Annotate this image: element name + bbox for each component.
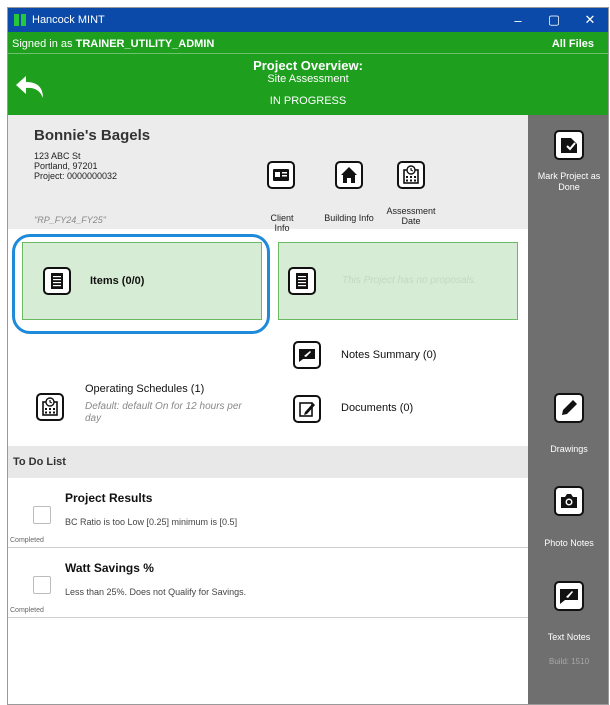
- notes-summary-button[interactable]: [293, 341, 321, 369]
- note-flag-icon: [560, 589, 578, 604]
- main-content: Bonnie's Bagels 123 ABC St Portland, 972…: [8, 115, 528, 704]
- todo-title: Watt Savings %: [65, 561, 154, 575]
- todo-checkbox[interactable]: [33, 506, 51, 524]
- contact-card-icon: [273, 169, 289, 181]
- todo-description: Less than 25%. Does not Qualify for Savi…: [65, 587, 247, 597]
- todo-status: Completed: [10, 537, 44, 544]
- documents-button[interactable]: [293, 395, 321, 423]
- address-street: 123 ABC St: [34, 151, 81, 161]
- project-tag: "RP_FY24_FY25": [34, 215, 106, 225]
- project-status: IN PROGRESS: [269, 95, 347, 107]
- project-number: Project: 0000000032: [34, 171, 118, 181]
- mark-done-label-line-2: Done: [558, 182, 580, 192]
- documents-label[interactable]: Documents (0): [341, 402, 413, 414]
- text-notes-button[interactable]: [554, 581, 584, 611]
- close-button[interactable]: ✕: [572, 8, 608, 32]
- assessment-date-label-line-2: Date: [401, 216, 421, 226]
- building-info-label: Building Info: [324, 213, 374, 223]
- todo-status: Completed: [10, 607, 44, 614]
- todo-item: Watt Savings % Less than 25%. Does not Q…: [8, 552, 528, 618]
- app-logo-icon: [14, 14, 26, 26]
- operating-schedules-button[interactable]: [36, 393, 64, 421]
- pencil-icon: [562, 400, 577, 415]
- mark-done-icon: [561, 138, 577, 153]
- signed-in-prefix: Signed in as: [12, 38, 76, 50]
- signed-in-status: Signed in as TRAINER_UTILITY_ADMIN: [12, 38, 214, 50]
- assessment-date-button[interactable]: [397, 161, 425, 189]
- header-divider: [8, 53, 608, 54]
- proposals-card[interactable]: This Project has no proposals.: [278, 242, 518, 320]
- camera-icon: [561, 494, 577, 508]
- todo-item: Project Results BC Ratio is too Low [0.2…: [8, 482, 528, 548]
- maximize-button[interactable]: ▢: [536, 8, 572, 32]
- todo-list-title: To Do List: [13, 456, 66, 468]
- address-city: Portland, 97201: [34, 161, 98, 171]
- header-bar: Signed in as TRAINER_UTILITY_ADMIN All F…: [8, 32, 608, 115]
- build-number: Build: 1510: [548, 657, 590, 666]
- minimize-button[interactable]: –: [500, 8, 536, 32]
- items-highlight-ring: [12, 234, 270, 334]
- operating-default-line-1: Default: default On for 12 hours per: [85, 401, 242, 412]
- todo-title: Project Results: [65, 491, 153, 505]
- operating-default-line-2: day: [85, 413, 102, 424]
- drawings-label: Drawings: [550, 444, 588, 454]
- project-address: 123 ABC St Portland, 97201 Project: 0000…: [34, 151, 117, 181]
- window-controls: – ▢ ✕: [500, 8, 608, 32]
- photo-notes-button[interactable]: [554, 486, 584, 516]
- assessment-date-label: Assessment Date: [386, 206, 436, 226]
- calendar-clock-icon: [403, 165, 419, 184]
- edit-document-icon: [299, 402, 315, 417]
- todo-checkbox[interactable]: [33, 576, 51, 594]
- client-info-button[interactable]: [267, 161, 295, 189]
- building-info-button[interactable]: [335, 161, 363, 189]
- operating-schedules-label[interactable]: Operating Schedules (1): [85, 383, 204, 395]
- calendar-clock-icon: [42, 397, 58, 416]
- photo-notes-label: Photo Notes: [544, 538, 594, 548]
- client-info-label: Client Info: [270, 213, 294, 233]
- todo-list-header: To Do List: [8, 446, 528, 478]
- text-notes-label: Text Notes: [547, 632, 591, 642]
- page-title: Project Overview:: [253, 58, 363, 73]
- mark-done-label-line-1: Mark Project as: [537, 171, 601, 181]
- page-subtitle: Site Assessment: [267, 73, 349, 85]
- mark-done-button[interactable]: [554, 130, 584, 160]
- project-name: Bonnie's Bagels: [34, 127, 151, 144]
- signed-in-user: TRAINER_UTILITY_ADMIN: [75, 38, 215, 50]
- all-files-link[interactable]: All Files: [552, 38, 594, 50]
- house-icon: [341, 167, 357, 183]
- drawings-button[interactable]: [554, 393, 584, 423]
- assessment-date-label-line-1: Assessment: [386, 206, 436, 216]
- mark-done-label: Mark Project as Done: [528, 171, 608, 193]
- window-title: Hancock MINT: [32, 14, 105, 26]
- no-proposals-text: This Project has no proposals.: [342, 275, 477, 286]
- operating-schedules-default: Default: default On for 12 hours per day: [85, 401, 275, 425]
- notes-summary-label[interactable]: Notes Summary (0): [341, 349, 436, 361]
- todo-description: BC Ratio is too Low [0.25] minimum is [0…: [65, 517, 238, 527]
- title-bar: Hancock MINT – ▢ ✕: [8, 8, 608, 32]
- right-sidebar: Mark Project as Done Drawings Photo Note…: [528, 115, 608, 704]
- app-window: Hancock MINT – ▢ ✕ Signed in as TRAINER_…: [7, 7, 609, 705]
- note-flag-icon: [299, 349, 315, 362]
- project-info-panel: Bonnie's Bagels 123 ABC St Portland, 972…: [8, 115, 528, 233]
- proposals-list-icon: [288, 267, 316, 295]
